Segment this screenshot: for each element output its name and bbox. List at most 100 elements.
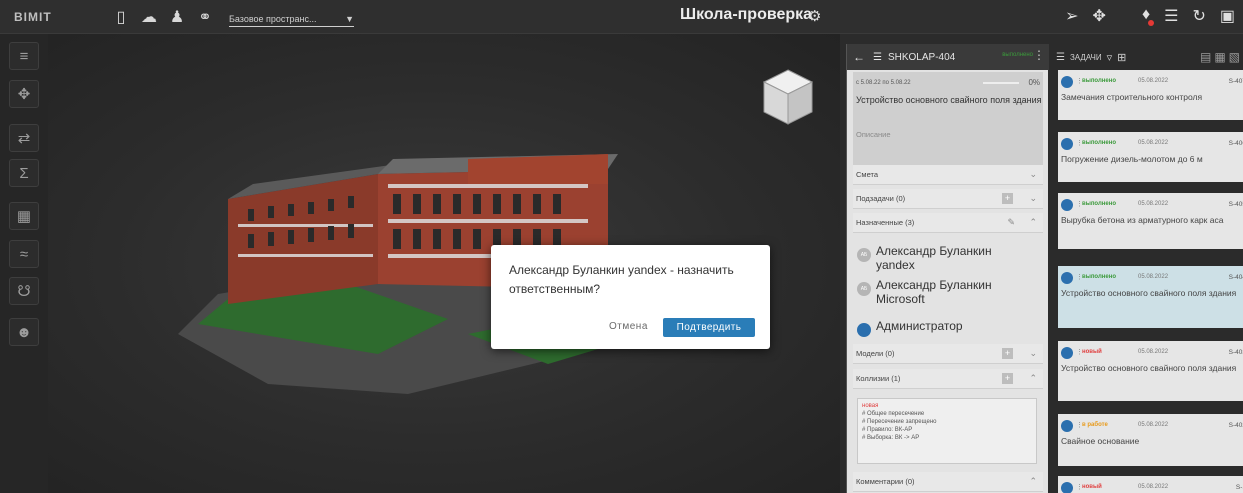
sigma-icon[interactable]: Σ	[9, 159, 39, 187]
task-date: 05.08.2022	[1138, 422, 1169, 428]
task-description[interactable]: Описание	[856, 130, 891, 139]
gear-icon[interactable]: ⚙	[808, 7, 821, 25]
status-badge: новый	[1082, 349, 1102, 355]
task-id: S-402	[1228, 422, 1243, 429]
section-subtasks[interactable]: Подзадачи (0) + ⌄	[853, 189, 1043, 209]
add-icon[interactable]: +	[1002, 348, 1013, 359]
task-card[interactable]: ⋮ выполнено 05.08.2022 S-406 Погружение …	[1058, 132, 1243, 182]
assignee-item[interactable]: АБ Александр Буланкин yandex	[857, 244, 1006, 272]
users-icon[interactable]: ♟	[165, 7, 189, 27]
status-badge: новый	[1082, 484, 1102, 490]
tree-icon[interactable]: ≡	[9, 42, 39, 70]
list-icon[interactable]: ☰	[1056, 52, 1065, 63]
assignee-item[interactable]: Администратор	[857, 319, 963, 337]
task-id: S-405	[1228, 201, 1243, 208]
chevron-up-icon: ⌃	[1029, 476, 1037, 486]
top-bar: BIMIT ▯ ☁ ♟ ⚭ Базовое пространс... ▼ Шко…	[0, 0, 1243, 34]
move-tool-icon[interactable]: ✥	[9, 80, 39, 108]
chevron-down-icon: ⌄	[1029, 348, 1037, 358]
task-card-selected[interactable]: ⋮ выполнено 05.08.2022 S-404 Устройство …	[1058, 266, 1243, 328]
section-models[interactable]: Модели (0) + ⌄	[853, 344, 1043, 364]
share-icon[interactable]: ⚭	[193, 7, 217, 27]
add-task-icon[interactable]: ⊞	[1117, 51, 1126, 64]
task-card[interactable]: ⋮ в работе 05.08.2022 S-402 Свайное осно…	[1058, 414, 1243, 466]
task-summary-card: с 5.08.22 по 5.08.22 0% Устройство основ…	[853, 72, 1043, 168]
task-date: 05.08.2022	[1138, 78, 1169, 84]
bell-icon[interactable]: ♦	[1142, 6, 1155, 26]
2d-view-icon[interactable]: ▦	[9, 202, 39, 230]
move-icon[interactable]: ✥	[1093, 6, 1106, 26]
assignee-avatar-icon	[1061, 420, 1073, 432]
task-card[interactable]: ⋮ новый 05.08.2022 S-1	[1058, 476, 1243, 493]
view-cube[interactable]	[762, 68, 814, 128]
task-card[interactable]: ⋮ выполнено 05.08.2022 S-405 Вырубка бет…	[1058, 193, 1243, 249]
task-title[interactable]: Устройство основного свайного поля здани…	[856, 95, 1042, 106]
assignee-name: Администратор	[876, 319, 963, 333]
space-select-value: Базовое пространс...	[229, 13, 317, 24]
confirm-button[interactable]: Подтвердить	[663, 318, 755, 337]
status-badge: выполнено	[1082, 140, 1117, 146]
task-detail-panel: ← ☰ SHKOLAP-404 выполнено ⋮ с 5.08.22 по…	[846, 44, 1049, 493]
task-date: 05.08.2022	[1138, 274, 1169, 280]
app-logo: BIMIT	[14, 9, 52, 24]
menu-icon[interactable]: ☰	[873, 52, 882, 63]
progress-value: 0%	[1028, 78, 1040, 87]
user-icon[interactable]: ☻	[9, 318, 39, 346]
back-arrow-icon[interactable]: ←	[853, 50, 865, 64]
collision-item[interactable]: новая # Общее пересечение # Пересечение …	[857, 398, 1037, 464]
cloud-icon[interactable]: ☁	[137, 7, 161, 27]
chevron-down-icon: ⌄	[1029, 169, 1037, 179]
section-label: Модели (0)	[856, 349, 895, 358]
space-select[interactable]: Базовое пространс... ▼	[229, 7, 354, 27]
view-switch-icons[interactable]: ▤▦▧	[1200, 50, 1243, 64]
assignee-avatar-icon	[1061, 138, 1073, 150]
avatar: АБ	[857, 282, 871, 296]
kebab-menu-icon[interactable]: ⋮	[1033, 48, 1045, 62]
task-title: Погружение дизель-молотом до 6 м	[1061, 154, 1203, 164]
assignee-item[interactable]: АБ Александр Буланкин Microsoft	[857, 278, 1006, 306]
task-card[interactable]: ⋮ новый 05.08.2022 S-403 Устройство осно…	[1058, 341, 1243, 401]
task-id: S-1	[1235, 484, 1243, 491]
task-title: Замечания строительного контроля	[1061, 92, 1203, 102]
collision-line: # Общее пересечение	[862, 411, 925, 417]
section-label: Коллизии (1)	[856, 374, 901, 383]
collision-line: # Выборка: ВК -> АР	[862, 435, 920, 441]
status-badge[interactable]: выполнено	[1002, 52, 1033, 58]
task-list-header: ☰ ЗАДАЧИ ▿ ⊞ ▤▦▧	[1052, 44, 1243, 70]
section-label: Назначенные (3)	[856, 218, 915, 227]
section-collisions[interactable]: Коллизии (1) + ⌃	[853, 369, 1043, 389]
app-window: BIMIT ▯ ☁ ♟ ⚭ Базовое пространс... ▼ Шко…	[0, 0, 1243, 493]
task-title: Вырубка бетона из арматурного карк аса	[1061, 215, 1224, 225]
project-title: Школа-проверка	[680, 6, 813, 23]
pencil-icon[interactable]: ✎	[1007, 217, 1015, 228]
section-comments[interactable]: Комментарии (0) ⌃	[853, 472, 1043, 492]
task-card[interactable]: ⋮ выполнено 05.08.2022 S-407 Замечания с…	[1058, 70, 1243, 120]
avatar: АБ	[857, 248, 871, 262]
confirm-dialog: Александр Буланкин yandex - назначить от…	[491, 245, 770, 349]
save-icon[interactable]: ▣	[1220, 6, 1235, 26]
chevron-up-icon: ⌃	[1029, 373, 1037, 383]
task-dates: с 5.08.22 по 5.08.22	[856, 80, 911, 86]
pointer-icon[interactable]: ➢	[1065, 6, 1078, 26]
task-id: S-403	[1228, 349, 1243, 356]
chevron-down-icon: ▼	[345, 13, 354, 24]
task-date: 05.08.2022	[1138, 201, 1169, 207]
task-id: S-406	[1228, 140, 1243, 147]
assignee-avatar-icon	[1061, 199, 1073, 211]
left-toolbar: ≡ ✥ ⇄ Σ ▦ ≈ ☋ ☻	[0, 34, 48, 493]
assignee-avatar-icon	[1061, 76, 1073, 88]
cancel-button[interactable]: Отмена	[609, 321, 648, 332]
refresh-icon[interactable]: ↻	[1192, 6, 1205, 26]
section-assigned[interactable]: Назначенные (3) ✎ ⌃	[853, 213, 1043, 233]
task-title: Свайное основание	[1061, 436, 1140, 446]
shuffle-icon[interactable]: ⇄	[9, 124, 39, 152]
filter-icon[interactable]: ▿	[1107, 51, 1113, 64]
list-icon[interactable]: ☰	[1164, 6, 1178, 26]
add-icon[interactable]: +	[1002, 373, 1013, 384]
briefcase-icon[interactable]: ▯	[109, 7, 133, 27]
chart-icon[interactable]: ≈	[9, 240, 39, 268]
assignee-name: Александр Буланкин Microsoft	[876, 278, 992, 306]
puzzle-icon[interactable]: ☋	[9, 277, 39, 305]
add-icon[interactable]: +	[1002, 193, 1013, 204]
section-estimate[interactable]: Смета ⌄	[853, 165, 1043, 185]
